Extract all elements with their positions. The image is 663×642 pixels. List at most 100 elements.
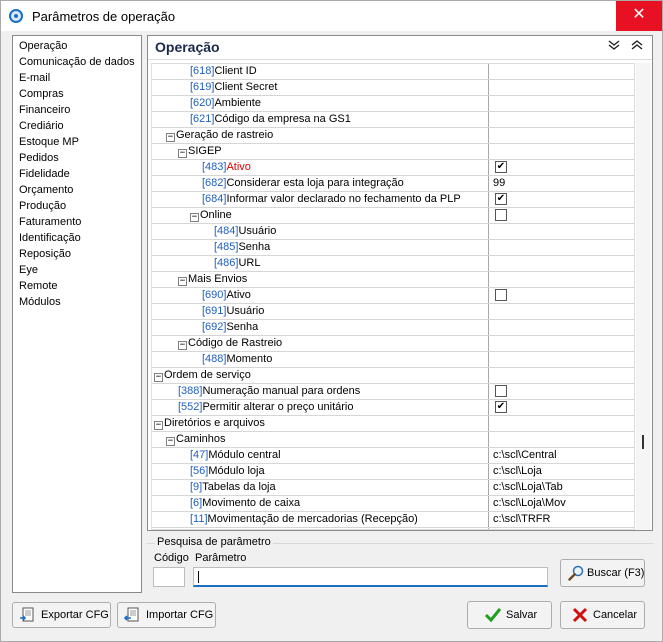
param-name-cell[interactable]: [684]Informar valor declarado no fechame… <box>152 192 489 207</box>
param-value-cell[interactable] <box>490 224 634 239</box>
param-name-cell[interactable]: [56]Módulo loja <box>152 464 489 479</box>
collapse-node-icon[interactable]: − <box>166 133 175 142</box>
collapse-node-icon[interactable]: − <box>178 341 187 350</box>
param-value-cell[interactable] <box>490 384 634 399</box>
param-value-cell[interactable] <box>490 112 634 127</box>
menu-item[interactable]: Pedidos <box>13 150 141 166</box>
menu-item[interactable]: Orçamento <box>13 182 141 198</box>
param-value-cell[interactable] <box>490 256 634 271</box>
param-name-cell[interactable]: [621]Código da empresa na GS1 <box>152 112 489 127</box>
param-name-cell[interactable]: [9]Tabelas da loja <box>152 480 489 495</box>
param-value-cell[interactable]: c:\scl\Loja\Mov <box>490 496 634 511</box>
checkbox[interactable]: ✔ <box>495 401 507 413</box>
param-value-cell[interactable] <box>490 352 634 367</box>
param-name-cell[interactable]: − SIGEP <box>152 144 489 159</box>
import-cfg-button[interactable]: Importar CFG <box>117 602 216 628</box>
checkbox[interactable] <box>495 209 507 221</box>
param-name-cell[interactable]: − Ordem de serviço <box>152 368 489 383</box>
checkbox[interactable] <box>495 385 507 397</box>
category-list[interactable]: Operação Comunicação de dados E-mail Compra… <box>12 35 142 593</box>
expand-all-icon[interactable] <box>628 38 646 56</box>
grid-param-row[interactable]: [692]Senha <box>152 320 634 336</box>
grid-param-row[interactable]: [12]Movimentação de mercadorias (Envio) c… <box>152 528 634 529</box>
param-value-cell[interactable]: ✔ <box>490 400 634 415</box>
checkbox[interactable] <box>495 289 507 301</box>
param-name-cell[interactable]: [388]Numeração manual para ordens <box>152 384 489 399</box>
grid-param-row[interactable]: [486]URL <box>152 256 634 272</box>
param-value-cell[interactable] <box>490 336 634 351</box>
param-name-cell[interactable]: [618]Client ID <box>152 64 489 79</box>
collapse-node-icon[interactable]: − <box>154 421 163 430</box>
param-name-cell[interactable]: [483]Ativo <box>152 160 489 175</box>
menu-item[interactable]: E-mail <box>13 70 141 86</box>
param-name-cell[interactable]: [484]Usuário <box>152 224 489 239</box>
parameters-grid[interactable]: [618]Client ID [619]Client Secret [620]Amb… <box>151 63 635 530</box>
collapse-node-icon[interactable]: − <box>154 373 163 382</box>
menu-item[interactable]: Operação <box>13 38 141 54</box>
grid-group-row[interactable]: − SIGEP <box>152 144 634 160</box>
menu-item[interactable]: Compras <box>13 86 141 102</box>
close-button[interactable]: ✕ <box>616 1 662 31</box>
export-cfg-button[interactable]: Exportar CFG <box>12 602 111 628</box>
collapse-node-icon[interactable]: − <box>178 149 187 158</box>
grid-param-row[interactable]: [11]Movimentação de mercadorias (Recepçã… <box>152 512 634 528</box>
param-name-cell[interactable]: [692]Senha <box>152 320 489 335</box>
grid-group-row[interactable]: − Diretórios e arquivos <box>152 416 634 432</box>
param-name-cell[interactable]: [12]Movimentação de mercadorias (Envio) <box>152 528 489 529</box>
grid-param-row[interactable]: [621]Código da empresa na GS1 <box>152 112 634 128</box>
grid-group-row[interactable]: − Mais Envios <box>152 272 634 288</box>
param-value-cell[interactable] <box>490 144 634 159</box>
param-value-cell[interactable] <box>490 368 634 383</box>
param-name-cell[interactable]: − Caminhos <box>152 432 489 447</box>
param-value-cell[interactable] <box>490 96 634 111</box>
code-search-input[interactable] <box>153 567 185 587</box>
param-name-cell[interactable]: [47]Módulo central <box>152 448 489 463</box>
param-name-cell[interactable]: − Mais Envios <box>152 272 489 287</box>
grid-group-row[interactable]: − Geração de rastreio <box>152 128 634 144</box>
vertical-scrollbar[interactable] <box>636 63 651 530</box>
param-name-cell[interactable]: [552]Permitir alterar o preço unitário <box>152 400 489 415</box>
param-name-cell[interactable]: [485]Senha <box>152 240 489 255</box>
param-value-cell[interactable] <box>490 288 634 303</box>
grid-param-row[interactable]: [485]Senha <box>152 240 634 256</box>
param-name-cell[interactable]: − Online <box>152 208 489 223</box>
menu-item[interactable]: Remote <box>13 278 141 294</box>
grid-param-row[interactable]: [619]Client Secret <box>152 80 634 96</box>
param-value-cell[interactable]: c:\scl\Loja <box>490 464 634 479</box>
param-name-cell[interactable]: [619]Client Secret <box>152 80 489 95</box>
param-value-cell[interactable] <box>490 240 634 255</box>
param-name-cell[interactable]: − Código de Rastreio <box>152 336 489 351</box>
grid-param-row[interactable]: [618]Client ID <box>152 64 634 80</box>
cancel-button[interactable]: Cancelar <box>560 601 645 629</box>
checkbox[interactable]: ✔ <box>495 161 507 173</box>
menu-item[interactable]: Financeiro <box>13 102 141 118</box>
collapse-node-icon[interactable]: − <box>178 277 187 286</box>
grid-param-row[interactable]: [6]Movimento de caixa c:\scl\Loja\Mov <box>152 496 634 512</box>
param-name-cell[interactable]: [486]URL <box>152 256 489 271</box>
grid-param-row[interactable]: [682]Considerar esta loja para integraçã… <box>152 176 634 192</box>
param-name-cell[interactable]: [11]Movimentação de mercadorias (Recepçã… <box>152 512 489 527</box>
grid-group-row[interactable]: − Caminhos <box>152 432 634 448</box>
grid-group-row[interactable]: − Código de Rastreio <box>152 336 634 352</box>
grid-param-row[interactable]: [388]Numeração manual para ordens <box>152 384 634 400</box>
param-value-cell[interactable]: c:\scl\Loja\Tab <box>490 480 634 495</box>
param-value-cell[interactable]: c:\scl\Central <box>490 448 634 463</box>
save-button[interactable]: Salvar <box>467 601 552 629</box>
param-value-cell[interactable] <box>490 432 634 447</box>
menu-item[interactable]: Produção <box>13 198 141 214</box>
grid-param-row[interactable]: [483]Ativo ✔ <box>152 160 634 176</box>
collapse-node-icon[interactable]: − <box>166 437 175 446</box>
param-value-cell[interactable]: ✔ <box>490 160 634 175</box>
checkbox[interactable]: ✔ <box>495 193 507 205</box>
param-value-cell[interactable] <box>490 320 634 335</box>
param-name-cell[interactable]: − Diretórios e arquivos <box>152 416 489 431</box>
grid-param-row[interactable]: [56]Módulo loja c:\scl\Loja <box>152 464 634 480</box>
param-name-cell[interactable]: − Geração de rastreio <box>152 128 489 143</box>
param-value-cell[interactable] <box>490 416 634 431</box>
param-name-cell[interactable]: [488]Momento <box>152 352 489 367</box>
param-value-cell[interactable] <box>490 208 634 223</box>
param-name-cell[interactable]: [6]Movimento de caixa <box>152 496 489 511</box>
search-button[interactable]: Buscar (F3) <box>560 559 645 587</box>
menu-item[interactable]: Fidelidade <box>13 166 141 182</box>
param-value-cell[interactable] <box>490 80 634 95</box>
